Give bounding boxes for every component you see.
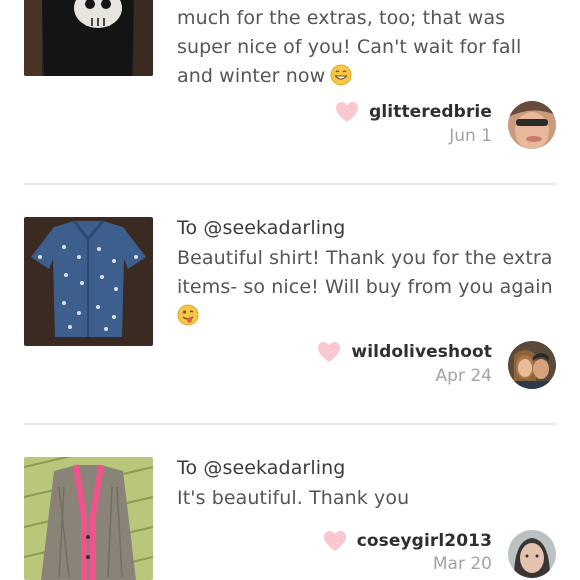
heart-icon[interactable] [317, 341, 341, 363]
review-recipient[interactable]: To @seekadarling [177, 457, 345, 479]
winking-tongue-face-icon [177, 304, 199, 326]
review-date: Apr 24 [435, 366, 492, 386]
listing-thumbnail[interactable] [24, 217, 153, 346]
reviewer-row: wildoliveshoot [317, 338, 492, 366]
reviewer-row: coseygirl2013 [323, 527, 492, 555]
reviewer-username[interactable]: glitteredbrie [369, 102, 492, 122]
avatar[interactable] [508, 341, 556, 389]
review-text: It's beautiful. Thank you [177, 487, 410, 509]
review-recipient[interactable]: To @seekadarling [177, 217, 345, 239]
review-text: Beautiful shirt! Thank you for the extra… [177, 244, 562, 331]
reviewer-row: glitteredbrie [335, 98, 492, 126]
divider [24, 423, 556, 425]
grinning-face-icon [330, 64, 352, 86]
reviewer-username[interactable]: wildoliveshoot [351, 342, 492, 362]
avatar[interactable] [508, 530, 556, 578]
review-date: Jun 1 [449, 126, 492, 146]
review-date: Mar 20 [432, 554, 492, 574]
listing-thumbnail[interactable] [24, 0, 153, 76]
heart-icon[interactable] [323, 530, 347, 552]
avatar[interactable] [508, 101, 556, 149]
divider [24, 183, 556, 185]
heart-icon[interactable] [335, 101, 359, 123]
listing-thumbnail[interactable] [24, 457, 153, 580]
reviewer-username[interactable]: coseygirl2013 [357, 531, 492, 551]
review-text: much for the extras, too; that was super… [177, 7, 522, 87]
